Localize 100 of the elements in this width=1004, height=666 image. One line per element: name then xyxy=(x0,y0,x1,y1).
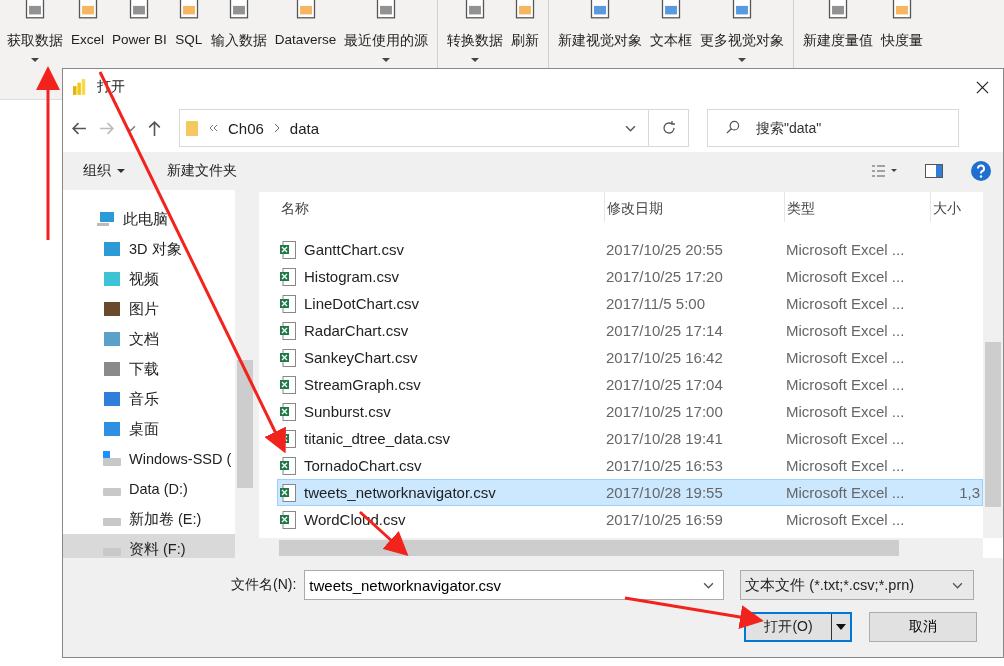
nav-item[interactable]: 桌面 xyxy=(63,414,235,444)
nav-item[interactable]: 新加卷 (E:) xyxy=(63,504,235,534)
drive-icon xyxy=(103,451,121,467)
chevron-down-icon[interactable] xyxy=(703,582,715,589)
ribbon-button[interactable]: Power BI xyxy=(109,0,170,66)
file-name: LineDotChart.csv xyxy=(304,295,420,312)
excel-file-icon xyxy=(280,267,296,286)
ribbon-button[interactable]: 输入数据 xyxy=(207,0,270,66)
file-date: 2017/10/25 17:14 xyxy=(605,322,724,339)
address-bar[interactable]: Ch06 data xyxy=(179,109,649,147)
file-row[interactable]: TornadoChart.csv 2017/10/25 16:53 Microsoft Excel ... xyxy=(277,452,983,479)
file-row[interactable]: GanttChart.csv 2017/10/25 20:55 Microsoft Excel ... xyxy=(277,236,983,263)
excel-file-icon xyxy=(280,321,296,340)
column-header[interactable]: 类型 xyxy=(785,192,931,222)
ribbon-button[interactable]: 新建度量值 xyxy=(800,0,877,66)
excel-file-icon xyxy=(280,483,296,502)
ribbon-button[interactable]: 快度量 xyxy=(878,0,927,66)
file-type: Microsoft Excel ... xyxy=(785,376,906,393)
breadcrumb[interactable]: Ch06 xyxy=(228,119,264,137)
nav-item[interactable]: 视频 xyxy=(63,264,235,294)
drive-icon xyxy=(103,518,121,526)
filename-field[interactable]: tweets_networknavigator.csv xyxy=(304,570,725,600)
excel-file-icon xyxy=(280,375,296,394)
nav-item[interactable]: 3D 对象 xyxy=(63,234,235,264)
ribbon-button[interactable]: 刷新 xyxy=(508,0,543,66)
preview-pane-icon[interactable] xyxy=(925,164,943,178)
file-row[interactable]: titanic_dtree_data.csv 2017/10/28 19:41 Microsoft Excel ... xyxy=(277,425,983,452)
file-type: Microsoft Excel ... xyxy=(785,268,906,285)
ribbon-button[interactable]: 最近使用的源 xyxy=(341,0,432,66)
excel-file-icon xyxy=(280,402,296,421)
ribbon-button[interactable]: 更多视觉对象 xyxy=(697,0,788,66)
search-field[interactable]: 搜索"data" xyxy=(707,109,959,147)
file-type: Microsoft Excel ... xyxy=(785,484,906,501)
excel-file-icon xyxy=(280,294,296,313)
file-type: Microsoft Excel ... xyxy=(785,430,906,447)
toolbar-button[interactable]: 组织 xyxy=(77,158,131,184)
file-row[interactable]: LineDotChart.csv 2017/11/5 5:00 Microsoft Excel ... xyxy=(277,290,983,317)
column-header[interactable]: 大小 xyxy=(931,192,983,222)
toolbar-button[interactable]: 新建文件夹 xyxy=(161,158,243,184)
refresh-icon xyxy=(660,120,677,136)
column-header[interactable]: 修改日期 xyxy=(605,192,785,222)
file-row[interactable]: SankeyChart.csv 2017/10/25 16:42 Microsoft Excel ... xyxy=(277,344,983,371)
caret-icon xyxy=(471,58,480,62)
scrollbar[interactable] xyxy=(983,192,1003,538)
nav-item[interactable]: Windows-SSD ( xyxy=(63,444,235,474)
file-date: 2017/10/25 16:59 xyxy=(605,511,724,528)
file-name: Histogram.csv xyxy=(304,268,400,285)
file-type: Microsoft Excel ... xyxy=(785,322,906,339)
filetype-dropdown[interactable]: 文本文件 (*.txt;*.csv;*.prn) xyxy=(740,570,975,600)
search-icon xyxy=(725,120,740,135)
file-row[interactable]: StreamGraph.csv 2017/10/25 17:04 Microsoft Excel ... xyxy=(277,371,983,398)
file-date: 2017/10/25 17:00 xyxy=(605,403,724,420)
scrollbar[interactable] xyxy=(259,538,983,558)
up-icon[interactable] xyxy=(146,119,163,137)
excel-file-icon xyxy=(280,510,296,529)
excel-file-icon xyxy=(280,456,296,475)
ribbon-button[interactable]: 新建视觉对象 xyxy=(555,0,646,66)
ribbon-button[interactable]: SQL xyxy=(171,0,206,66)
nav-item[interactable]: 音乐 xyxy=(63,384,235,414)
nav-item[interactable]: 图片 xyxy=(63,294,235,324)
ribbon-button[interactable]: 文本框 xyxy=(647,0,696,66)
caret-icon xyxy=(382,58,391,62)
file-date: 2017/10/25 16:42 xyxy=(605,349,724,366)
file-row[interactable]: tweets_networknavigator.csv 2017/10/28 19:55 Microsoft Excel ... 1,3 xyxy=(277,479,983,506)
ribbon-button[interactable]: 转换数据 xyxy=(444,0,507,66)
file-row[interactable]: RadarChart.csv 2017/10/25 17:14 Microsoft Excel ... xyxy=(277,317,983,344)
app-icon xyxy=(73,79,87,95)
file-name: titanic_dtree_data.csv xyxy=(304,430,450,447)
ribbon-button[interactable]: Excel xyxy=(68,0,107,66)
caret-icon xyxy=(31,58,39,62)
nav-item[interactable]: 资料 (F:) xyxy=(63,534,235,558)
file-date: 2017/10/25 17:04 xyxy=(605,376,724,393)
nav-item[interactable]: 此电脑 xyxy=(63,204,235,234)
close-icon[interactable] xyxy=(976,80,989,94)
breadcrumb[interactable]: data xyxy=(289,119,320,137)
open-button[interactable]: 打开(O) xyxy=(744,612,852,642)
file-name: SankeyChart.csv xyxy=(304,349,418,366)
refresh-button[interactable] xyxy=(649,109,689,147)
breadcrumb-separator-icon xyxy=(273,123,280,133)
chevron-down-icon[interactable] xyxy=(625,124,636,132)
column-header[interactable]: 名称 xyxy=(279,192,605,222)
nav-item[interactable]: Data (D:) xyxy=(63,474,235,504)
overflow-icon xyxy=(208,124,218,132)
file-row[interactable]: Histogram.csv 2017/10/25 17:20 Microsoft Excel ... xyxy=(277,263,983,290)
file-date: 2017/10/25 16:53 xyxy=(605,457,724,474)
file-type: Microsoft Excel ... xyxy=(785,241,906,258)
file-row[interactable]: Sunburst.csv 2017/10/25 17:00 Microsoft Excel ... xyxy=(277,398,983,425)
file-name: GanttChart.csv xyxy=(304,241,405,258)
chevron-down-icon xyxy=(952,581,964,589)
nav-item[interactable]: 下载 xyxy=(63,354,235,384)
excel-file-icon xyxy=(280,240,296,259)
file-name: StreamGraph.csv xyxy=(304,376,421,393)
nav-item[interactable]: 文档 xyxy=(63,324,235,354)
file-name: Sunburst.csv xyxy=(304,403,391,420)
ribbon-button[interactable]: Dataverse xyxy=(271,0,340,66)
cancel-button[interactable]: 取消 xyxy=(869,612,977,642)
file-date: 2017/10/28 19:41 xyxy=(605,430,724,447)
ribbon-button[interactable]: 获取数据 xyxy=(4,0,66,66)
filename-label: 文件名(N): xyxy=(231,576,297,594)
help-icon[interactable] xyxy=(971,161,991,181)
